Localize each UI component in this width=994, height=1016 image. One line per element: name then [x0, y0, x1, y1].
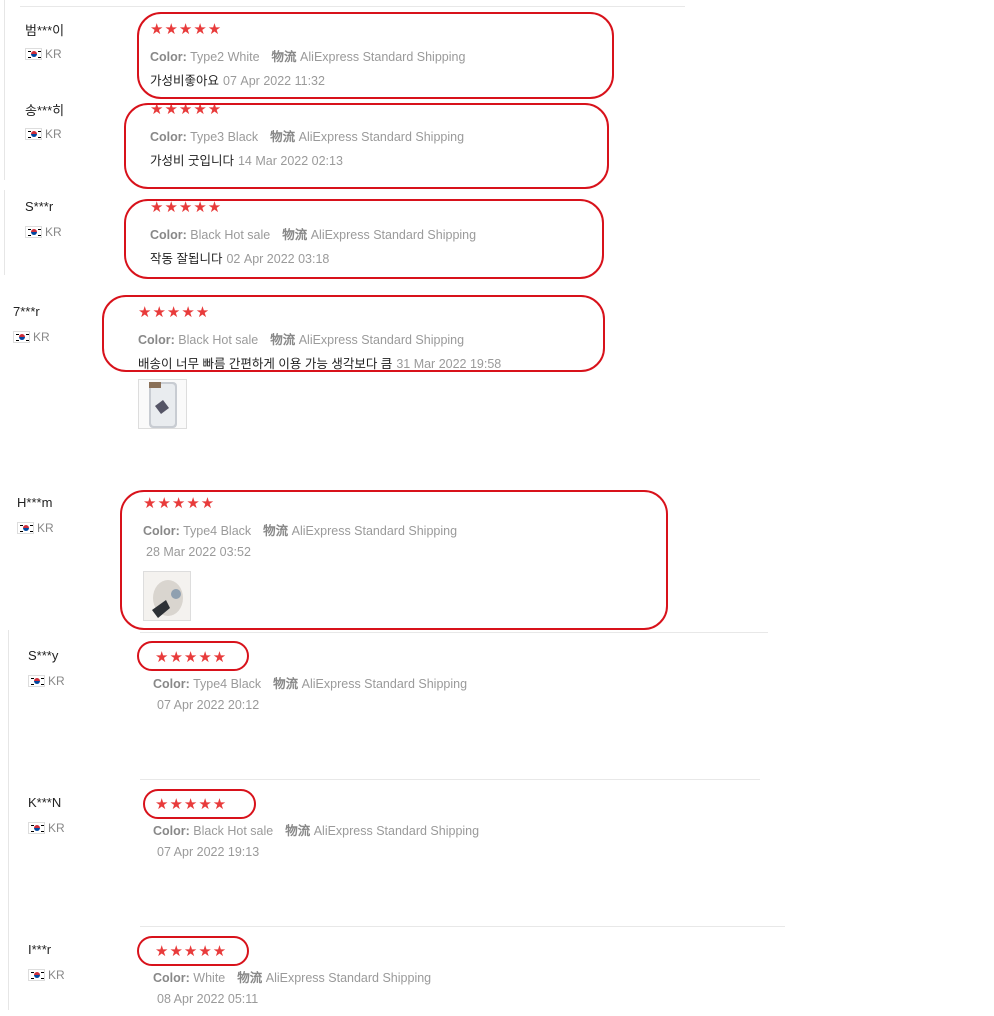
- reviewer-country: KR: [25, 47, 62, 61]
- review-meta: Color: Black Hot sale 物流 AliExpress Stand…: [150, 228, 477, 242]
- kr-flag-icon: [25, 128, 42, 140]
- reviewer-name: H***m: [17, 495, 53, 510]
- review-date: 07 Apr 2022 20:12: [157, 698, 260, 712]
- review-text: 배송이 너무 빠름 간편하게 이용 가능 생각보다 큼 31 Mar 2022 1…: [138, 357, 502, 371]
- review-divider: [140, 926, 785, 927]
- left-border: [4, 190, 5, 275]
- star-rating: ★★★★★: [150, 199, 223, 216]
- review-photo-thumbnail[interactable]: [138, 379, 187, 429]
- kr-flag-icon: [28, 969, 45, 981]
- photo-image: [139, 380, 186, 428]
- left-border: [4, 0, 5, 180]
- top-divider: [20, 6, 685, 7]
- star-rating: ★★★★★: [150, 21, 223, 38]
- kr-flag-icon: [17, 522, 34, 534]
- review-meta: Color: Type4 Black 物流 AliExpress Standard…: [143, 524, 458, 538]
- left-border: [8, 630, 9, 1010]
- review-date: 28 Mar 2022 03:52: [146, 545, 251, 559]
- kr-flag-icon: [28, 822, 45, 834]
- review-meta: Color: Black Hot sale 物流 AliExpress Stand…: [138, 333, 465, 347]
- reviewer-country: KR: [13, 330, 50, 344]
- review-meta: Color: White 物流 AliExpress Standard Shipp…: [153, 971, 432, 985]
- review-date: 07 Apr 2022 19:13: [157, 845, 260, 859]
- kr-flag-icon: [28, 675, 45, 687]
- star-rating: ★★★★★: [143, 495, 216, 512]
- review-meta: Color: Black Hot sale 物流 AliExpress Stand…: [153, 824, 480, 838]
- review-meta: Color: Type2 White 物流 AliExpress Standard…: [150, 50, 466, 64]
- review-meta: Color: Type4 Black 物流 AliExpress Standard…: [153, 677, 468, 691]
- reviewer-name: 7***r: [13, 304, 40, 319]
- kr-flag-icon: [13, 331, 30, 343]
- reviewer-country: KR: [17, 521, 54, 535]
- review-date: 07 Apr 2022 11:32: [223, 74, 325, 88]
- star-rating: ★★★★★: [138, 304, 211, 321]
- star-rating: ★★★★★: [150, 101, 223, 118]
- reviewer-name: 송***히: [25, 103, 65, 118]
- reviewer-name: I***r: [28, 942, 52, 957]
- review-date: 14 Mar 2022 02:13: [237, 154, 343, 168]
- review-date: 08 Apr 2022 05:11: [157, 992, 259, 1006]
- review-divider: [140, 632, 768, 633]
- review-divider: [140, 779, 760, 780]
- review-text: 가성비좋아요 07 Apr 2022 11:32: [150, 74, 325, 88]
- review-date: 02 Apr 2022 03:18: [226, 252, 330, 266]
- star-rating: ★★★★★: [155, 943, 228, 960]
- reviewer-name: 범***이: [25, 23, 65, 38]
- kr-flag-icon: [25, 226, 42, 238]
- reviewer-country: KR: [28, 674, 65, 688]
- photo-image: [144, 572, 190, 620]
- review-meta: Color: Type3 Black 物流 AliExpress Standard…: [150, 130, 465, 144]
- review-date: 31 Mar 2022 19:58: [396, 357, 502, 371]
- reviewer-name: S***r: [25, 199, 54, 214]
- star-rating: ★★★★★: [155, 796, 228, 813]
- reviewer-name: K***N: [28, 795, 62, 810]
- reviewer-country: KR: [25, 225, 62, 239]
- star-rating: ★★★★★: [155, 649, 228, 666]
- kr-flag-icon: [25, 48, 42, 60]
- review-photo-thumbnail[interactable]: [143, 571, 191, 621]
- review-text: 가성비 굿입니다 14 Mar 2022 02:13: [150, 154, 343, 168]
- reviewer-country: KR: [28, 821, 65, 835]
- reviewer-country: KR: [28, 968, 65, 982]
- review-text: 작동 잘됩니다 02 Apr 2022 03:18: [150, 252, 330, 266]
- reviewer-country: KR: [25, 127, 62, 141]
- reviewer-name: S***y: [28, 648, 59, 663]
